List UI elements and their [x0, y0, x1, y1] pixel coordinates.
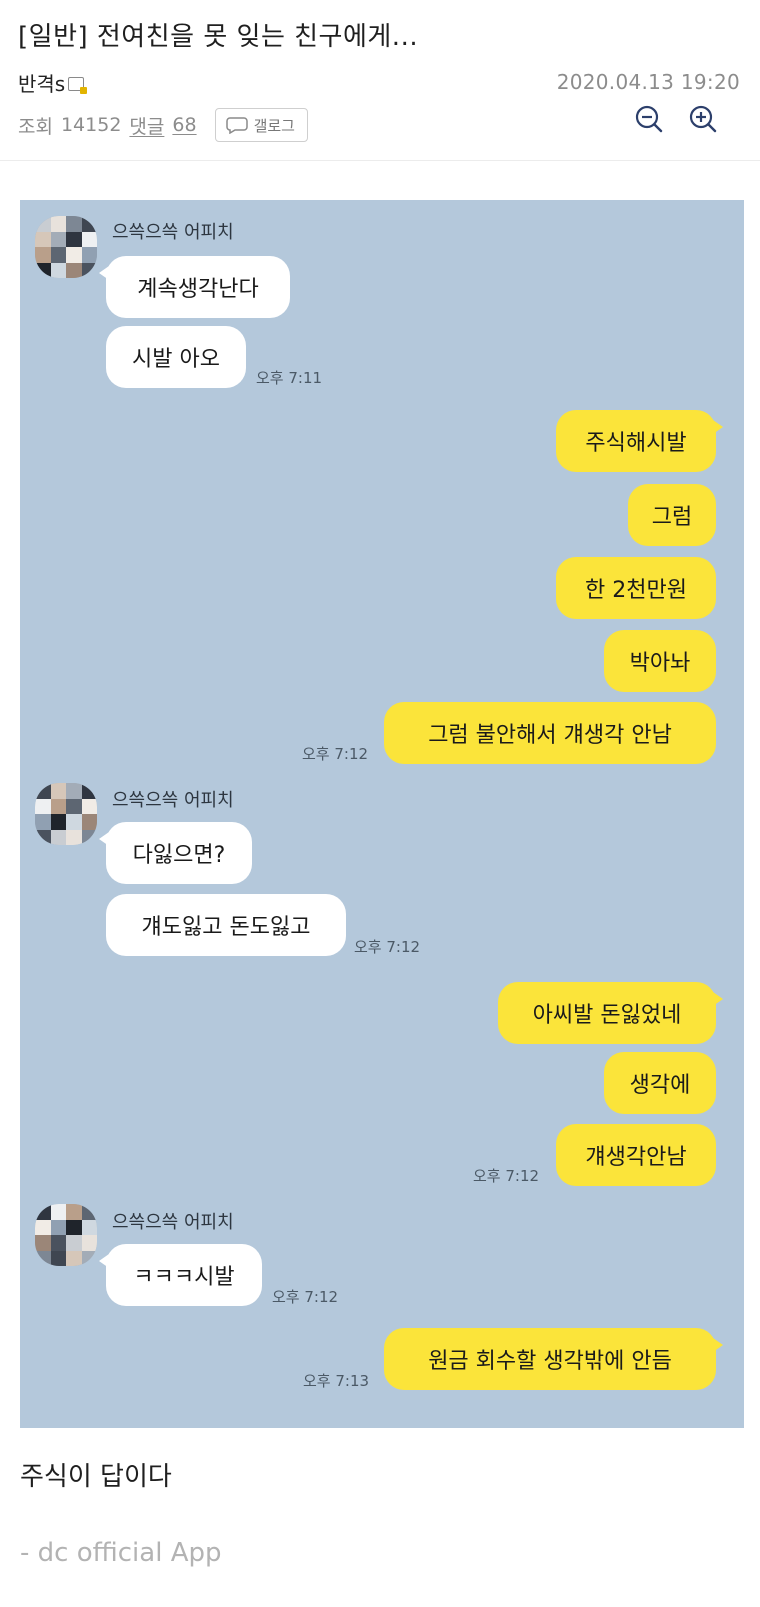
post-datetime: 2020.04.13 19:20	[556, 70, 740, 94]
post-caption: 주식이 답이다	[20, 1462, 172, 1492]
author-name[interactable]: 반격s	[18, 68, 65, 97]
zoom-in-icon[interactable]	[688, 104, 718, 134]
post-meta: 조회 14152 댓글 68 갤로그	[18, 108, 308, 142]
avatar-pixel	[50, 262, 66, 278]
avatar-pixel	[81, 247, 97, 263]
avatar-pixel	[81, 783, 97, 799]
avatar	[35, 1204, 97, 1266]
avatar-pixel	[81, 1235, 97, 1251]
avatar-pixel	[81, 231, 97, 247]
avatar-pixel	[66, 783, 82, 799]
avatar-pixel	[81, 829, 97, 845]
outgoing-bubble: 주식해시발	[556, 410, 723, 472]
app-signature: - dc official App	[20, 1538, 222, 1568]
avatar-pixel	[35, 829, 51, 845]
views-label: 조회	[18, 115, 53, 138]
avatar-pixel	[50, 829, 66, 845]
post-title: [일반] 전여친을 못 잊는 친구에게...	[18, 22, 419, 52]
outgoing-bubble: 그럼 불안해서 걔생각 안남	[384, 702, 716, 764]
outgoing-bubble: 아씨발 돈잃었네	[498, 982, 723, 1044]
comments-label[interactable]: 댓글	[129, 112, 164, 139]
zoom-out-icon[interactable]	[634, 104, 664, 134]
avatar-pixel	[81, 1204, 97, 1220]
avatar-pixel	[66, 262, 82, 278]
comments-count[interactable]: 68	[172, 114, 196, 136]
avatar	[35, 216, 97, 278]
avatar-pixel	[66, 1219, 82, 1235]
avatar-pixel	[81, 1219, 97, 1235]
avatar-pixel	[35, 783, 51, 799]
avatar-pixel	[50, 247, 66, 263]
message-time: 오후 7:12	[473, 1167, 540, 1185]
gallog-label: 갤로그	[253, 116, 295, 135]
avatar-pixel	[81, 814, 97, 830]
outgoing-bubble: 생각에	[604, 1052, 716, 1114]
sender-name: 으쓱으쓱 어피치	[112, 222, 234, 243]
header-divider	[0, 160, 760, 161]
outgoing-bubble: 원금 회수할 생각밖에 안듬	[384, 1328, 723, 1390]
gallog-icon	[225, 117, 248, 134]
gallog-button[interactable]: 갤로그	[214, 108, 308, 142]
avatar-pixel	[50, 1235, 66, 1251]
member-badge-icon	[68, 76, 88, 94]
views-count: 14152	[60, 114, 122, 136]
avatar-pixel	[50, 814, 66, 830]
sender-name: 으쓱으쓱 어피치	[112, 790, 234, 811]
message-time: 오후 7:11	[256, 369, 323, 387]
avatar-pixel	[35, 1235, 51, 1251]
avatar-pixel	[50, 231, 66, 247]
incoming-bubble: 시발 아오	[106, 326, 246, 388]
incoming-bubble: 다잃으면?	[99, 822, 252, 884]
message-time: 오후 7:12	[354, 938, 421, 956]
avatar-pixel	[66, 1250, 82, 1266]
author-row[interactable]: 반격s	[18, 68, 88, 97]
outgoing-bubble: 걔생각안남	[556, 1124, 716, 1186]
avatar-pixel	[66, 1235, 82, 1251]
avatar-pixel	[35, 247, 51, 263]
avatar-pixel	[35, 231, 51, 247]
avatar-pixel	[50, 1219, 66, 1235]
avatar-pixel	[81, 798, 97, 814]
avatar-pixel	[66, 814, 82, 830]
avatar-pixel	[35, 1204, 51, 1220]
avatar	[35, 783, 97, 845]
avatar-pixel	[66, 231, 82, 247]
message-time: 오후 7:13	[303, 1372, 370, 1390]
avatar-pixel	[66, 247, 82, 263]
avatar-pixel	[35, 216, 51, 232]
avatar-pixel	[35, 1250, 51, 1266]
avatar-pixel	[66, 1204, 82, 1220]
avatar-pixel	[50, 798, 66, 814]
avatar-pixel	[81, 262, 97, 278]
avatar-pixel	[50, 783, 66, 799]
avatar-pixel	[66, 798, 82, 814]
avatar-pixel	[50, 216, 66, 232]
incoming-bubble: ㅋㅋㅋ시발	[99, 1244, 262, 1306]
outgoing-bubble: 박아놔	[604, 630, 716, 692]
avatar-pixel	[66, 216, 82, 232]
avatar-pixel	[35, 814, 51, 830]
message-time: 오후 7:12	[302, 745, 369, 763]
incoming-bubble: 걔도잃고 돈도잃고	[106, 894, 346, 956]
avatar-pixel	[35, 1219, 51, 1235]
outgoing-bubble: 그럼	[628, 484, 716, 546]
avatar-pixel	[35, 262, 51, 278]
incoming-bubble: 계속생각난다	[99, 256, 290, 318]
avatar-pixel	[50, 1204, 66, 1220]
sender-name: 으쓱으쓱 어피치	[112, 1212, 234, 1233]
avatar-pixel	[50, 1250, 66, 1266]
avatar-pixel	[81, 216, 97, 232]
avatar-pixel	[81, 1250, 97, 1266]
chat-screenshot: 으쓱으쓱 어피치 계속생각난다 시발 아오 오후 7:11 주식해시발 그럼 한…	[20, 200, 744, 1428]
avatar-pixel	[35, 798, 51, 814]
post-header: [일반] 전여친을 못 잊는 친구에게... 반격s 2020.04.13 19…	[0, 0, 760, 162]
avatar-pixel	[66, 829, 82, 845]
outgoing-bubble: 한 2천만원	[556, 557, 716, 619]
message-time: 오후 7:12	[272, 1288, 339, 1306]
